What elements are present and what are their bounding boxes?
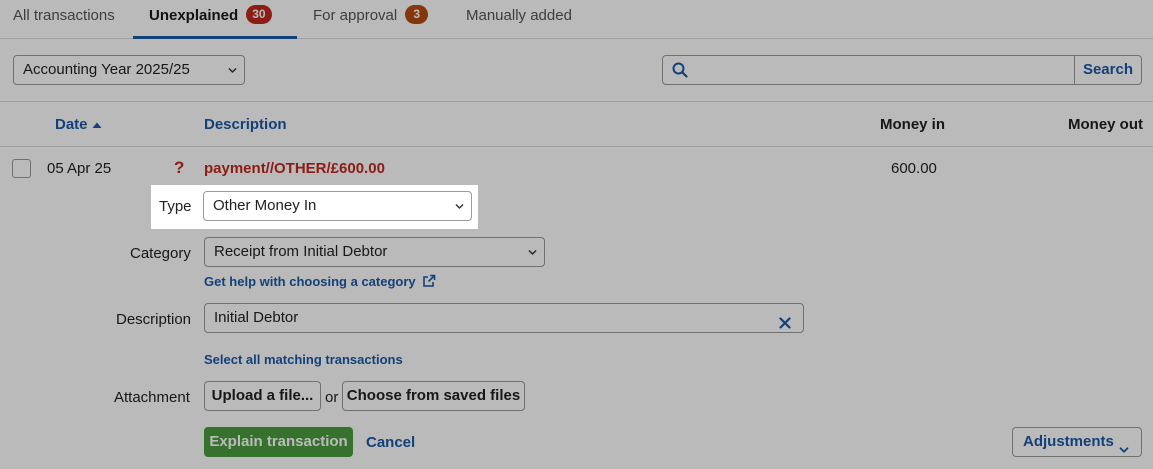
- type-field-highlight: Type Other Money In: [151, 185, 478, 229]
- transaction-money-in: 600.00: [891, 160, 937, 177]
- description-field[interactable]: Initial Debtor: [204, 303, 804, 333]
- sort-up-icon: [92, 116, 102, 133]
- accounting-year-value: Accounting Year 2025/25: [23, 61, 190, 78]
- tab-manually-added[interactable]: Manually added: [466, 0, 572, 39]
- close-icon[interactable]: [779, 311, 791, 339]
- money-in-column-header: Money in: [880, 116, 946, 133]
- approval-count-badge: 3: [405, 5, 429, 24]
- description-field-value: Initial Debtor: [214, 309, 299, 326]
- search-button[interactable]: Search: [1073, 56, 1141, 84]
- description-column-header[interactable]: Description: [204, 116, 287, 133]
- description-label: Description: [116, 311, 192, 328]
- upload-file-button[interactable]: Upload a file...: [204, 381, 321, 411]
- unexplained-question-icon: ?: [174, 158, 185, 177]
- transaction-date: 05 Apr 25: [47, 160, 112, 177]
- type-select-value: Other Money In: [213, 197, 317, 214]
- accounting-year-select[interactable]: Accounting Year 2025/25: [13, 55, 245, 85]
- chevron-down-icon: [455, 202, 464, 211]
- money-out-column-header: Money out: [1068, 116, 1143, 133]
- chevron-down-icon: [1119, 437, 1129, 465]
- category-label: Category: [130, 245, 191, 262]
- tab-for-approval[interactable]: For approval 3: [313, 0, 429, 39]
- type-select[interactable]: Other Money In: [203, 191, 472, 221]
- attachment-label: Attachment: [114, 389, 190, 406]
- transaction-checkbox[interactable]: [12, 159, 31, 178]
- chevron-down-icon: [228, 66, 237, 75]
- search-input[interactable]: [695, 58, 1065, 82]
- cancel-link[interactable]: Cancel: [366, 434, 415, 451]
- search-box: Search: [662, 55, 1142, 85]
- divider: [0, 146, 1153, 147]
- search-icon: [672, 62, 688, 83]
- explain-transaction-button[interactable]: Explain transaction: [204, 427, 353, 457]
- unexplained-count-badge: 30: [246, 5, 272, 24]
- external-link-icon: [422, 274, 436, 289]
- category-select-value: Receipt from Initial Debtor: [214, 243, 388, 260]
- divider: [0, 101, 1153, 102]
- or-text: or: [325, 389, 339, 406]
- select-matching-link[interactable]: Select all matching transactions: [204, 352, 403, 367]
- category-select[interactable]: Receipt from Initial Debtor: [204, 237, 545, 267]
- choose-saved-files-button[interactable]: Choose from saved files: [342, 381, 525, 411]
- date-column-header[interactable]: Date: [55, 116, 102, 133]
- adjustments-button[interactable]: Adjustments: [1012, 427, 1142, 457]
- transaction-description[interactable]: payment//OTHER/£600.00: [204, 160, 385, 177]
- tab-all-transactions[interactable]: All transactions: [13, 0, 115, 39]
- type-label: Type: [159, 198, 192, 215]
- tab-unexplained[interactable]: Unexplained 30: [133, 0, 297, 39]
- tab-bar: All transactions Unexplained 30 For appro…: [0, 0, 1153, 39]
- chevron-down-icon: [528, 248, 537, 257]
- category-help-link[interactable]: Get help with choosing a category: [204, 274, 436, 289]
